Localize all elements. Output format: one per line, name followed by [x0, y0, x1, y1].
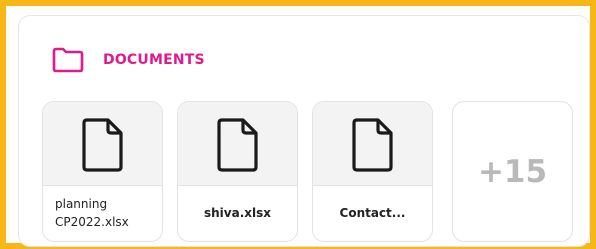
more-documents-button[interactable]: +15 — [452, 101, 573, 242]
document-name: planning CP2022.xlsx — [55, 197, 129, 229]
document-tile-1[interactable]: planning CP2022.xlsx — [42, 101, 163, 242]
section-title: DOCUMENTS — [103, 52, 205, 68]
document-name: Contact... — [339, 206, 406, 220]
file-icon — [82, 118, 123, 172]
more-count: +15 — [477, 153, 548, 190]
highlight-frame: DOCUMENTS planning CP2022.xlsx shiva.xls… — [0, 0, 596, 249]
document-tile-2[interactable]: shiva.xlsx — [177, 101, 298, 242]
file-icon — [352, 118, 393, 172]
document-name: shiva.xlsx — [203, 206, 271, 220]
documents-header[interactable]: DOCUMENTS — [51, 40, 205, 80]
folder-icon — [52, 47, 84, 73]
document-thumbnail — [43, 102, 162, 186]
document-tile-3[interactable]: Contact... — [312, 101, 433, 242]
document-thumbnail — [313, 102, 432, 186]
file-icon — [217, 118, 258, 172]
document-thumbnail — [178, 102, 297, 186]
